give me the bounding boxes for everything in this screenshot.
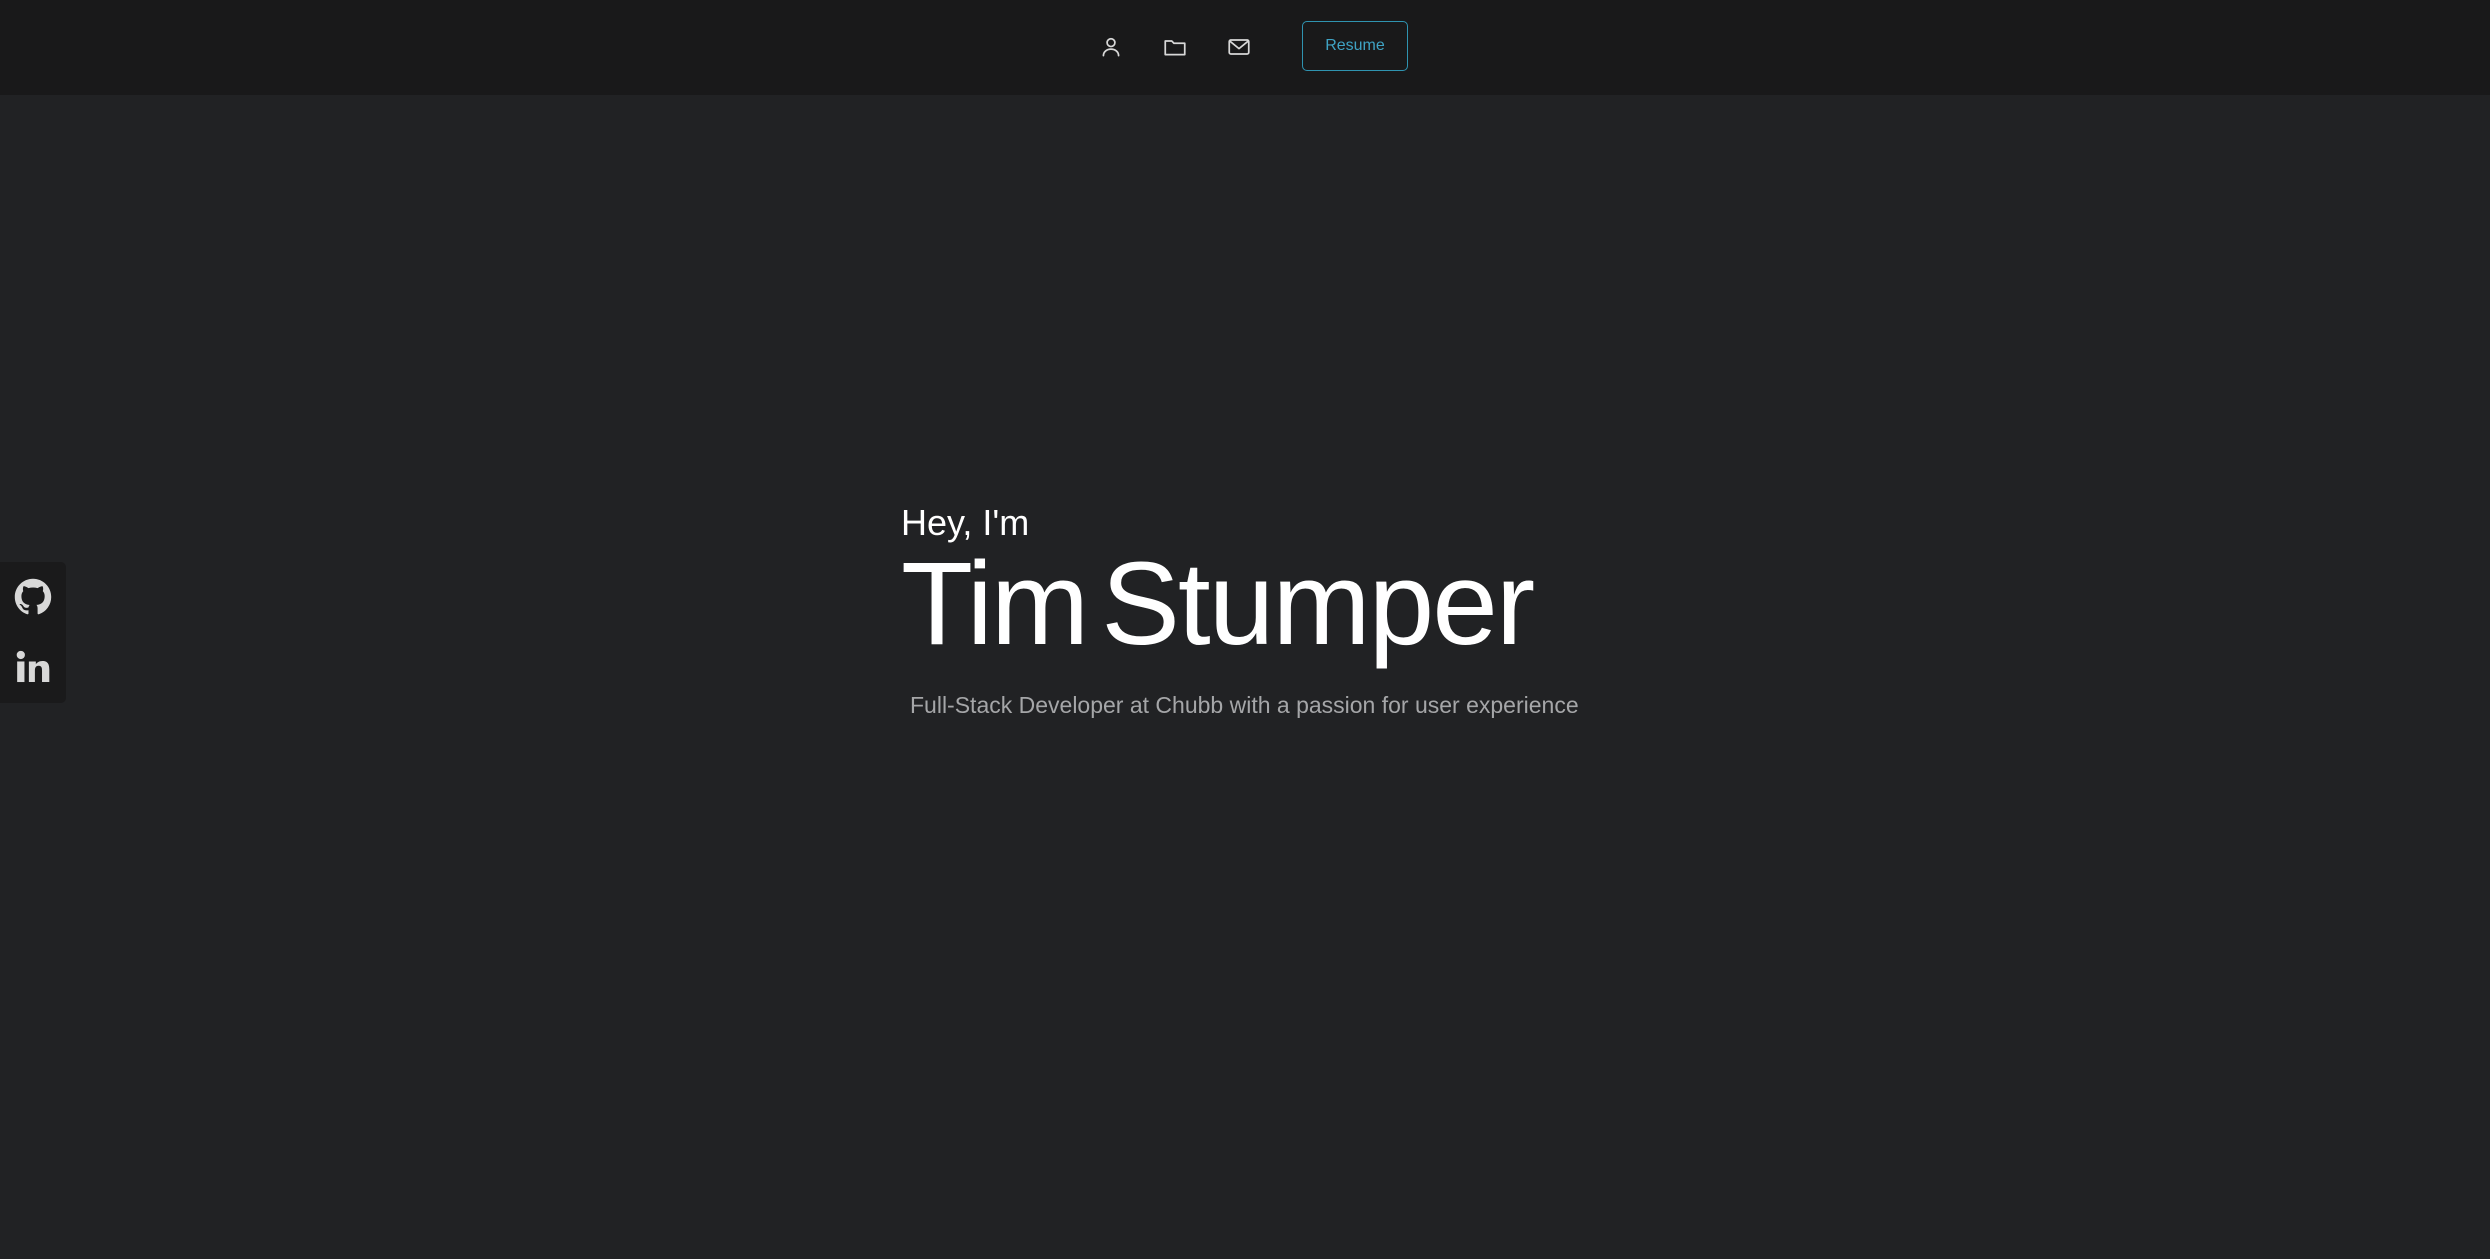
hero-last-name: Stumper bbox=[1101, 538, 1535, 670]
resume-button[interactable]: Resume bbox=[1302, 21, 1408, 71]
github-link[interactable] bbox=[13, 577, 53, 617]
linkedin-link[interactable] bbox=[13, 647, 53, 687]
linkedin-icon bbox=[16, 650, 50, 683]
hero-first-name: Tim bbox=[901, 538, 1089, 670]
social-sidebar bbox=[0, 562, 66, 703]
nav-about-link[interactable] bbox=[1094, 30, 1128, 64]
github-icon bbox=[14, 578, 52, 615]
nav-contact-link[interactable] bbox=[1222, 30, 1256, 64]
nav-projects-link[interactable] bbox=[1158, 30, 1192, 64]
mail-icon bbox=[1228, 39, 1250, 55]
user-icon bbox=[1102, 37, 1120, 57]
nav-container: Resume bbox=[0, 0, 2490, 95]
folder-icon bbox=[1164, 40, 1186, 56]
hero-subtitle: Full-Stack Developer at Chubb with a pas… bbox=[910, 692, 1579, 718]
hero-name: Tim Stumper bbox=[901, 538, 1535, 670]
